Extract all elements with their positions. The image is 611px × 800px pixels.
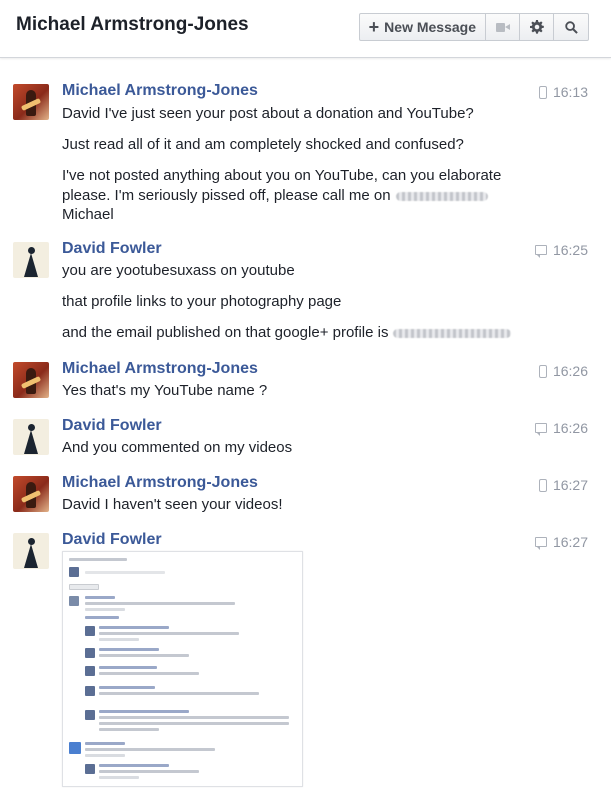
image-detail bbox=[99, 728, 159, 731]
image-detail bbox=[99, 654, 189, 657]
message-text: I've not posted anything about you on Yo… bbox=[62, 167, 502, 184]
message-timestamp: 16:25 bbox=[534, 242, 588, 258]
image-detail bbox=[99, 692, 259, 695]
chat-icon bbox=[534, 245, 547, 258]
avatar[interactable] bbox=[13, 419, 49, 455]
search-button[interactable] bbox=[554, 14, 588, 40]
message-text: and the email published on that google+ … bbox=[62, 324, 389, 341]
avatar[interactable] bbox=[13, 533, 49, 569]
image-detail bbox=[85, 608, 125, 611]
sender-name[interactable]: Michael Armstrong-Jones bbox=[62, 82, 258, 100]
image-detail bbox=[85, 748, 215, 751]
chat-icon bbox=[534, 537, 547, 550]
new-message-button[interactable]: + New Message bbox=[360, 14, 486, 40]
image-detail bbox=[69, 567, 79, 577]
message-thread[interactable]: Michael Armstrong-Jones 16:13 David I've… bbox=[0, 58, 611, 800]
message-text-with-redaction: please. I'm seriously pissed off, please… bbox=[62, 187, 488, 204]
message-text: Just read all of it and am completely sh… bbox=[62, 136, 464, 153]
image-detail bbox=[99, 648, 159, 651]
image-detail bbox=[85, 571, 165, 574]
image-detail bbox=[99, 638, 139, 641]
image-detail bbox=[99, 710, 189, 713]
redacted-phone-number bbox=[395, 191, 488, 201]
sender-name[interactable]: David Fowler bbox=[62, 417, 162, 435]
message-text: Yes that's my YouTube name ? bbox=[62, 382, 268, 399]
image-detail bbox=[85, 596, 115, 599]
message-text: that profile links to your photography p… bbox=[62, 293, 342, 310]
timestamp-text: 16:26 bbox=[552, 420, 588, 436]
conversation-title: Michael Armstrong-Jones bbox=[16, 14, 249, 35]
image-detail bbox=[85, 764, 95, 774]
new-message-label: New Message bbox=[384, 19, 476, 35]
message-text: David I've just seen your post about a d… bbox=[62, 105, 474, 122]
message-timestamp: 16:27 bbox=[538, 477, 588, 493]
image-detail bbox=[99, 722, 289, 725]
avatar[interactable] bbox=[13, 242, 49, 278]
plus-icon: + bbox=[368, 17, 380, 37]
image-detail bbox=[99, 764, 169, 767]
timestamp-text: 16:25 bbox=[552, 242, 588, 258]
sender-name[interactable]: Michael Armstrong-Jones bbox=[62, 474, 258, 492]
image-detail bbox=[85, 626, 95, 636]
timestamp-text: 16:27 bbox=[552, 534, 588, 550]
image-detail bbox=[85, 616, 119, 619]
image-detail bbox=[69, 596, 79, 606]
image-detail bbox=[85, 648, 95, 658]
mobile-icon bbox=[538, 478, 547, 492]
timestamp-text: 16:13 bbox=[552, 84, 588, 100]
image-detail bbox=[69, 742, 81, 754]
sender-name[interactable]: David Fowler bbox=[62, 531, 162, 549]
video-call-button[interactable] bbox=[486, 14, 520, 40]
mobile-icon bbox=[538, 364, 547, 378]
image-detail bbox=[99, 666, 157, 669]
header-toolbar: + New Message bbox=[358, 13, 589, 41]
message-text: David I haven't seen your videos! bbox=[62, 496, 283, 513]
sender-name[interactable]: Michael Armstrong-Jones bbox=[62, 360, 258, 378]
image-detail bbox=[99, 770, 199, 773]
sender-name[interactable]: David Fowler bbox=[62, 240, 162, 258]
timestamp-text: 16:26 bbox=[552, 363, 588, 379]
image-detail bbox=[85, 710, 95, 720]
chat-icon bbox=[534, 423, 547, 436]
message-text: And you commented on my videos bbox=[62, 439, 293, 456]
timestamp-text: 16:27 bbox=[552, 477, 588, 493]
image-detail bbox=[85, 686, 95, 696]
message-timestamp: 16:13 bbox=[538, 84, 588, 100]
mobile-icon bbox=[538, 85, 547, 99]
message-text: you are yootubesuxass on youtube bbox=[62, 262, 295, 279]
attached-image[interactable] bbox=[62, 551, 303, 787]
avatar[interactable] bbox=[13, 84, 49, 120]
image-detail bbox=[69, 584, 99, 590]
settings-button[interactable] bbox=[520, 14, 554, 40]
redacted-email-address bbox=[393, 328, 512, 338]
avatar[interactable] bbox=[13, 362, 49, 398]
image-detail bbox=[99, 716, 289, 719]
message-timestamp: 16:26 bbox=[534, 420, 588, 436]
message-timestamp: 16:26 bbox=[538, 363, 588, 379]
conversation-header: Michael Armstrong-Jones + New Message bbox=[0, 0, 611, 58]
image-detail bbox=[85, 754, 125, 757]
image-detail bbox=[99, 672, 199, 675]
message-timestamp: 16:27 bbox=[534, 534, 588, 550]
search-icon bbox=[564, 20, 578, 34]
avatar[interactable] bbox=[13, 476, 49, 512]
image-detail bbox=[85, 602, 235, 605]
message-text: Michael bbox=[62, 206, 114, 223]
image-detail bbox=[99, 776, 139, 779]
image-detail bbox=[99, 626, 169, 629]
image-detail bbox=[69, 558, 127, 561]
message-text-with-redaction: and the email published on that google+ … bbox=[62, 324, 512, 341]
image-detail bbox=[85, 742, 125, 745]
image-detail bbox=[99, 686, 155, 689]
message-text: please. I'm seriously pissed off, please… bbox=[62, 187, 391, 204]
gear-icon bbox=[529, 20, 544, 34]
video-camera-icon bbox=[495, 22, 510, 32]
image-detail bbox=[99, 632, 239, 635]
image-detail bbox=[85, 666, 95, 676]
